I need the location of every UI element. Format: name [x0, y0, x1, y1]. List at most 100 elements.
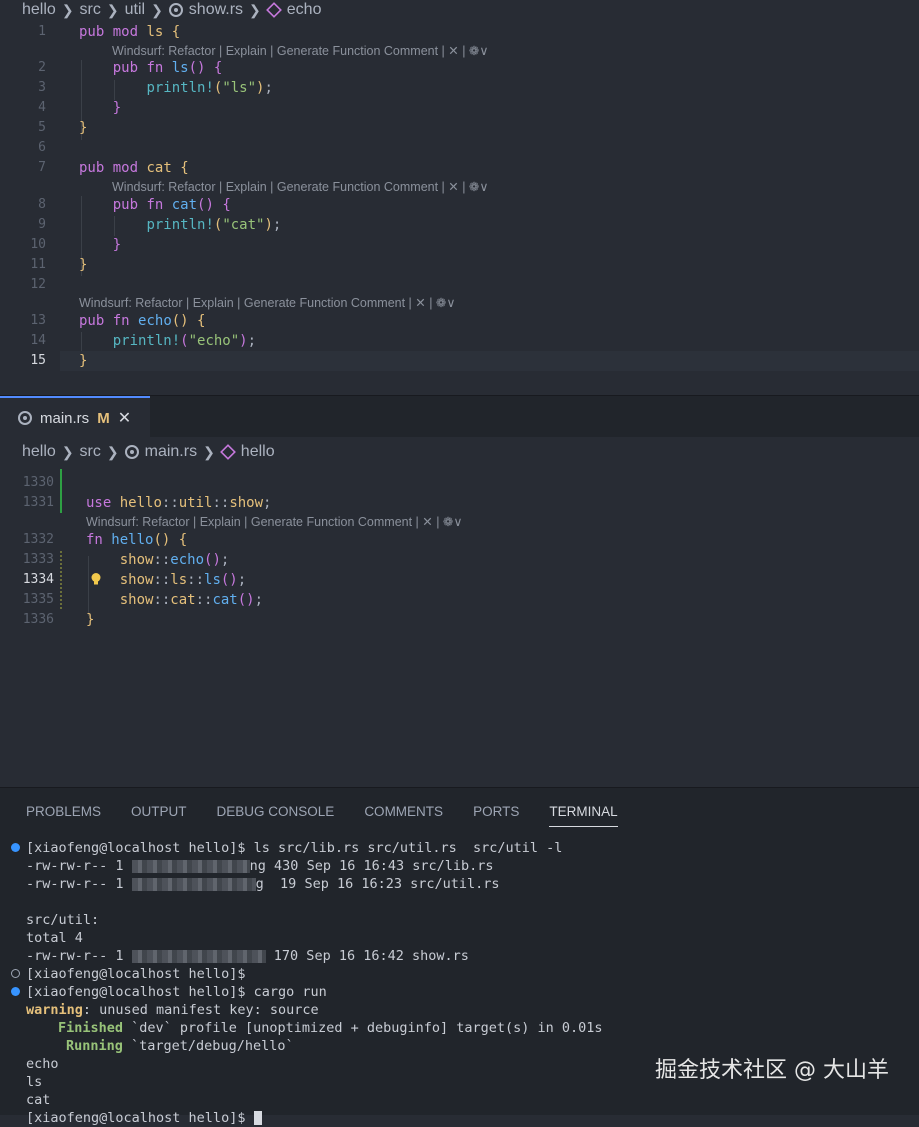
- tab-output[interactable]: OUTPUT: [131, 802, 187, 826]
- breadcrumb-util[interactable]: util: [125, 1, 145, 19]
- bottom-editor[interactable]: hello ❯ src ❯ main.rs ❯ hello 1330 1331 …: [0, 437, 919, 787]
- terminal-line: total 4: [26, 930, 83, 946]
- terminal-line: [xiaofeng@localhost hello]$: [26, 966, 246, 982]
- code-line[interactable]: use hello::util::show;: [86, 493, 271, 513]
- code-line[interactable]: println!("ls");: [79, 78, 272, 98]
- tab-label: main.rs: [40, 409, 90, 427]
- terminal-line: ls: [26, 1074, 43, 1090]
- code-line[interactable]: }: [86, 610, 94, 630]
- chevron-right-icon: ❯: [106, 443, 119, 460]
- terminal-line: [xiaofeng@localhost hello]$ cargo run: [26, 984, 327, 1000]
- codelens-actions[interactable]: Windsurf: Refactor | Explain | Generate …: [86, 514, 463, 530]
- codelens-actions[interactable]: Windsurf: Refactor | Explain | Generate …: [112, 179, 489, 195]
- rust-file-icon: [168, 3, 183, 17]
- tab-terminal[interactable]: TERMINAL: [549, 802, 618, 827]
- command-success-dot[interactable]: [11, 843, 20, 852]
- line-number-active: 1334: [22, 572, 54, 587]
- terminal-line: warning: unused manifest key: source: [26, 1002, 319, 1018]
- code-line[interactable]: show::ls::ls();: [86, 570, 246, 590]
- chevron-right-icon: ❯: [151, 1, 163, 18]
- rust-file-icon: [18, 411, 32, 425]
- code-line[interactable]: }: [79, 235, 121, 255]
- code-line[interactable]: pub fn ls() {: [79, 58, 223, 78]
- line-number: 10: [30, 237, 46, 252]
- line-number: 11: [30, 257, 46, 272]
- terminal-line: Finished `dev` profile [unoptimized + de…: [58, 1020, 603, 1036]
- terminal-line: -rw-rw-r-- 1 g 19 Sep 16 16:23 src/util.…: [26, 876, 500, 892]
- panel-tabs: PROBLEMS OUTPUT DEBUG CONSOLE COMMENTS P…: [0, 802, 622, 827]
- line-number: 1: [38, 24, 46, 39]
- line-number: 9: [38, 217, 46, 232]
- line-number: 6: [38, 140, 46, 155]
- code-line[interactable]: fn hello() {: [86, 530, 187, 550]
- breadcrumb: hello ❯ src ❯ main.rs ❯ hello: [22, 442, 275, 462]
- breadcrumb-show-rs[interactable]: show.rs: [189, 1, 243, 19]
- chevron-right-icon: ❯: [203, 443, 215, 460]
- tab-debug-console[interactable]: DEBUG CONSOLE: [217, 802, 335, 826]
- line-number: 1335: [22, 592, 54, 607]
- codelens-actions[interactable]: Windsurf: Refactor | Explain | Generate …: [79, 295, 456, 311]
- breadcrumb-echo[interactable]: echo: [287, 1, 322, 19]
- chevron-right-icon: ❯: [106, 1, 119, 18]
- current-line-highlight: [60, 351, 919, 371]
- git-modified-marker[interactable]: [60, 551, 62, 611]
- line-number: 3: [38, 80, 46, 95]
- line-number: 5: [38, 120, 46, 135]
- symbol-function-icon: [219, 444, 236, 460]
- chevron-right-icon: ❯: [249, 1, 261, 18]
- code-line[interactable]: show::cat::cat();: [86, 590, 263, 610]
- code-line[interactable]: pub fn echo() {: [79, 311, 205, 331]
- chevron-right-icon: ❯: [61, 443, 74, 460]
- rust-file-icon: [124, 445, 139, 459]
- code-line[interactable]: show::echo();: [86, 550, 230, 570]
- codelens-actions[interactable]: Windsurf: Refactor | Explain | Generate …: [112, 43, 489, 59]
- git-added-marker[interactable]: [60, 469, 62, 513]
- command-empty-dot[interactable]: [11, 969, 20, 978]
- chevron-right-icon: ❯: [61, 1, 74, 18]
- breadcrumb-main-rs[interactable]: main.rs: [145, 443, 197, 461]
- line-number: 7: [38, 160, 46, 175]
- line-number: 4: [38, 100, 46, 115]
- terminal-line: [xiaofeng@localhost hello]$: [26, 1109, 262, 1127]
- breadcrumb-hello[interactable]: hello: [22, 1, 56, 19]
- redacted-owner: [131, 949, 266, 963]
- code-line[interactable]: }: [79, 118, 87, 138]
- modified-badge: M: [97, 409, 110, 427]
- code-line[interactable]: }: [79, 351, 87, 371]
- editor-tab-bar: main.rs M ✕: [0, 395, 919, 438]
- redacted-owner: [131, 859, 250, 873]
- line-number: 12: [30, 277, 46, 292]
- breadcrumb-src[interactable]: src: [80, 443, 101, 461]
- tab-problems[interactable]: PROBLEMS: [26, 802, 101, 826]
- line-number: 1333: [22, 552, 54, 567]
- line-number-active: 15: [30, 353, 46, 368]
- redacted-owner: [131, 877, 256, 891]
- close-icon[interactable]: ✕: [118, 408, 131, 428]
- breadcrumb-hello[interactable]: hello: [22, 443, 56, 461]
- top-editor[interactable]: hello ❯ src ❯ util ❯ show.rs ❯ echo 1 pu…: [0, 0, 919, 395]
- breadcrumb-src[interactable]: src: [80, 1, 101, 19]
- terminal-line: src/util:: [26, 912, 100, 928]
- terminal-line: [xiaofeng@localhost hello]$ ls src/lib.r…: [26, 840, 563, 856]
- code-line[interactable]: pub mod ls {: [79, 22, 180, 42]
- line-number: 8: [38, 197, 46, 212]
- tab-ports[interactable]: PORTS: [473, 802, 519, 826]
- breadcrumb-hello-fn[interactable]: hello: [241, 443, 275, 461]
- code-line[interactable]: }: [79, 98, 121, 118]
- command-success-dot[interactable]: [11, 987, 20, 996]
- line-number: 13: [30, 313, 46, 328]
- code-line[interactable]: println!("cat");: [79, 215, 281, 235]
- symbol-module-icon: [265, 2, 282, 18]
- terminal-line: -rw-rw-r-- 1 ng 430 Sep 16 16:43 src/lib…: [26, 858, 494, 874]
- code-line[interactable]: }: [79, 255, 87, 275]
- terminal-line: echo: [26, 1056, 59, 1072]
- code-line[interactable]: println!("echo");: [79, 331, 256, 351]
- code-line[interactable]: pub mod cat {: [79, 158, 189, 178]
- line-number: 1331: [22, 495, 54, 510]
- watermark: 掘金技术社区 @ 大山羊: [655, 1058, 889, 1083]
- code-line[interactable]: pub fn cat() {: [79, 195, 231, 215]
- tab-comments[interactable]: COMMENTS: [364, 802, 443, 826]
- terminal-line: -rw-rw-r-- 1 170 Sep 16 16:42 show.rs: [26, 948, 469, 964]
- line-number: 14: [30, 333, 46, 348]
- tab-main-rs[interactable]: main.rs M ✕: [0, 396, 150, 438]
